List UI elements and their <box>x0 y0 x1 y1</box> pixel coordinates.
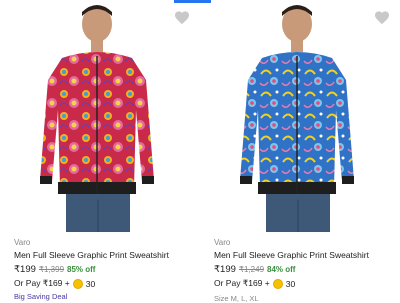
product-card-2[interactable]: Varo Men Full Sleeve Graphic Print Sweat… <box>206 0 396 303</box>
wishlist-heart-icon[interactable] <box>174 10 190 25</box>
product-brand: Varo <box>14 238 31 247</box>
coin-amount: 30 <box>285 278 296 289</box>
original-price: ₹1,249 <box>238 265 265 274</box>
product-title[interactable]: Men Full Sleeve Graphic Print Sweatshirt <box>14 250 169 260</box>
product-brand: Varo <box>214 238 231 247</box>
pay-prefix: Or Pay ₹169 + <box>214 278 270 288</box>
price-row: ₹199 ₹1,399 85% off <box>14 264 95 275</box>
pay-with-coins-row: Or Pay ₹169 + 30 <box>214 278 295 289</box>
product-image[interactable] <box>14 0 174 232</box>
original-price: ₹1,399 <box>38 265 65 274</box>
deal-badge: Big Saving Deal <box>14 292 68 301</box>
selling-price: ₹199 <box>14 264 36 275</box>
supercoin-icon <box>272 278 283 289</box>
product-card-1[interactable]: Varo Men Full Sleeve Graphic Print Sweat… <box>6 0 196 302</box>
pay-prefix: Or Pay ₹169 + <box>14 278 70 288</box>
discount-label: 85% off <box>67 265 96 274</box>
coin-amount: 30 <box>85 278 96 289</box>
price-row: ₹199 ₹1,249 84% off <box>214 264 295 275</box>
selling-price: ₹199 <box>214 264 236 275</box>
product-image[interactable] <box>214 0 374 232</box>
supercoin-icon <box>72 278 83 289</box>
pay-with-coins-row: Or Pay ₹169 + 30 <box>14 278 95 289</box>
discount-label: 84% off <box>267 265 296 274</box>
wishlist-heart-icon[interactable] <box>374 10 390 25</box>
product-title[interactable]: Men Full Sleeve Graphic Print Sweatshirt <box>214 250 369 260</box>
